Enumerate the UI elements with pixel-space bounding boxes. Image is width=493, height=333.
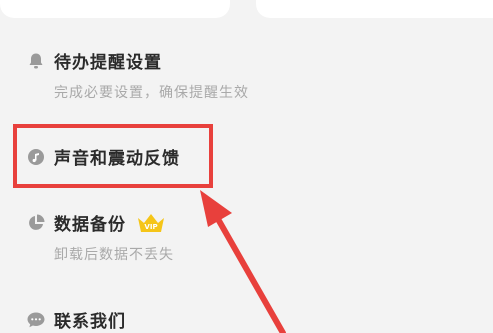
settings-item-backup[interactable]: 数据备份 VIP 卸载后数据不丢失 xyxy=(26,210,174,264)
settings-item-reminder[interactable]: 待办提醒设置 完成必要设置，确保提醒生效 xyxy=(26,48,249,102)
settings-item-label: 数据备份 xyxy=(54,215,126,235)
settings-item-description: 卸载后数据不丢失 xyxy=(54,247,174,263)
chat-bubble-icon xyxy=(26,310,46,330)
pie-chart-icon xyxy=(26,213,46,233)
bell-icon xyxy=(26,51,46,71)
top-card-right[interactable] xyxy=(256,0,493,18)
vip-badge-label: VIP xyxy=(144,223,157,231)
settings-item-description: 完成必要设置，确保提醒生效 xyxy=(54,85,249,101)
settings-item-contact[interactable]: 联系我们 xyxy=(26,307,126,332)
settings-item-label: 联系我们 xyxy=(54,312,126,332)
settings-item-label: 待办提醒设置 xyxy=(54,53,162,73)
top-card-left[interactable] xyxy=(0,0,230,18)
vip-badge-icon: VIP xyxy=(136,212,166,234)
highlight-box xyxy=(13,124,213,188)
